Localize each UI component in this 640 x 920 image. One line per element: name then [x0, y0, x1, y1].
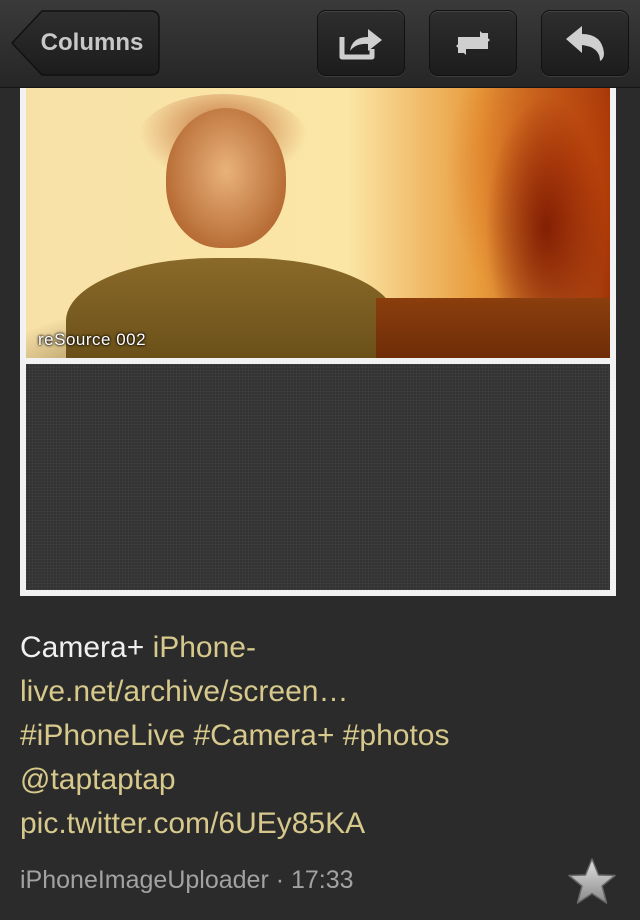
back-button-label: Columns	[40, 29, 144, 56]
tweet-pic-link[interactable]: pic.twitter.com/6UEy85KA	[20, 807, 365, 840]
tweet-mention[interactable]: @taptaptap	[20, 763, 176, 796]
tweet-media-frame[interactable]: reSource 002	[20, 88, 616, 596]
share-button[interactable]	[317, 10, 405, 76]
navigation-bar: Columns	[0, 0, 640, 88]
photo-face	[166, 108, 286, 248]
share-icon	[339, 29, 382, 60]
tweet-hashtags[interactable]: #iPhoneLive #Camera+ #photos	[20, 719, 449, 752]
media-placeholder-area	[26, 364, 610, 590]
reply-icon	[566, 26, 604, 61]
photo-background-figure	[376, 298, 610, 358]
retweet-button[interactable]	[429, 10, 517, 76]
star-icon[interactable]	[566, 856, 618, 908]
tweet-meta: iPhoneImageUploader · 17:33	[20, 866, 354, 895]
tweet-source[interactable]: iPhoneImageUploader	[20, 866, 269, 894]
meta-separator: ·	[268, 866, 291, 894]
tweet-time: 17:33	[291, 866, 354, 894]
tweet-text: Camera+ iPhone-live.net/archive/screen… …	[20, 626, 620, 846]
columns-back-button[interactable]: Columns	[10, 10, 160, 76]
tweet-link-part-2: live.net/archive/screen…	[20, 675, 349, 708]
photo-watermark: reSource 002	[38, 330, 147, 349]
retweet-icon	[456, 31, 490, 55]
tweet-photo[interactable]: reSource 002	[26, 88, 610, 358]
tweet-text-lead: Camera+	[20, 631, 153, 664]
reply-button[interactable]	[541, 10, 629, 76]
tweet-link-part-1: iPhone-	[152, 631, 256, 664]
